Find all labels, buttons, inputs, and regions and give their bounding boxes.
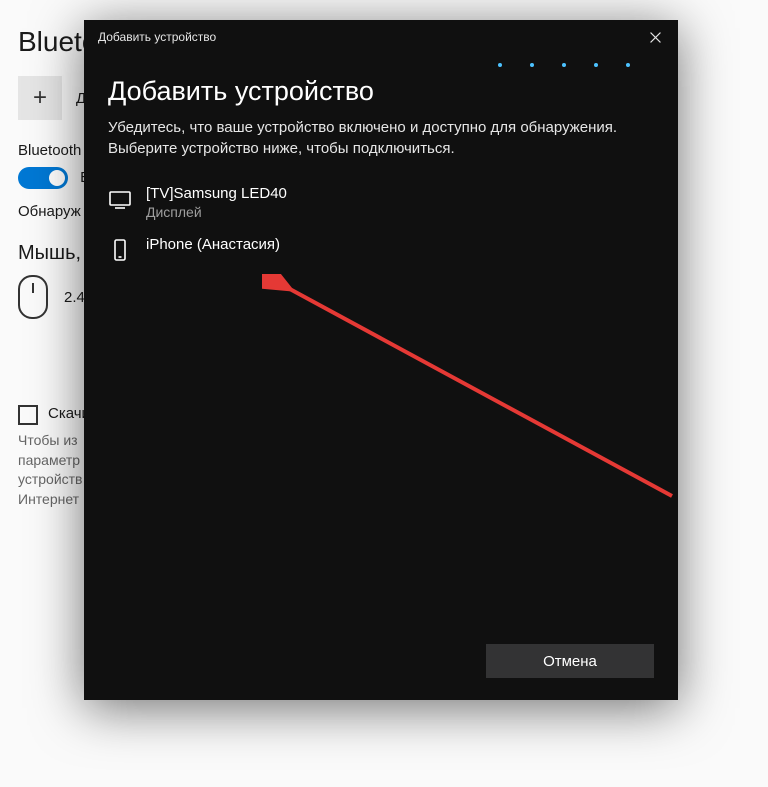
mouse-device-label: 2.4 bbox=[64, 289, 85, 306]
device-item-tv[interactable]: [TV]Samsung LED40 Дисплей bbox=[108, 177, 654, 228]
bluetooth-toggle[interactable] bbox=[18, 167, 68, 189]
phone-icon bbox=[108, 238, 132, 262]
progress-dots bbox=[108, 60, 654, 70]
dialog-titlebar: Добавить устройство bbox=[84, 20, 678, 54]
display-icon bbox=[108, 187, 132, 211]
add-device-dialog: Добавить устройство Добавить устройство … bbox=[84, 20, 678, 700]
device-type: Дисплей bbox=[146, 204, 287, 220]
dialog-subtext: Убедитесь, что ваше устройство включено … bbox=[108, 117, 654, 159]
mouse-icon bbox=[18, 275, 48, 319]
cancel-button[interactable]: Отмена bbox=[486, 644, 654, 678]
device-item-iphone[interactable]: iPhone (Анастасия) bbox=[108, 228, 654, 270]
device-name: iPhone (Анастасия) bbox=[146, 236, 280, 253]
dialog-titlebar-text: Добавить устройство bbox=[98, 30, 216, 44]
close-button[interactable] bbox=[632, 20, 678, 54]
download-checkbox[interactable] bbox=[18, 405, 38, 425]
close-icon bbox=[650, 32, 661, 43]
dialog-heading: Добавить устройство bbox=[108, 76, 654, 107]
plus-icon: + bbox=[18, 76, 62, 120]
device-list: [TV]Samsung LED40 Дисплей iPhone (Анаста… bbox=[108, 177, 654, 270]
device-name: [TV]Samsung LED40 bbox=[146, 185, 287, 202]
